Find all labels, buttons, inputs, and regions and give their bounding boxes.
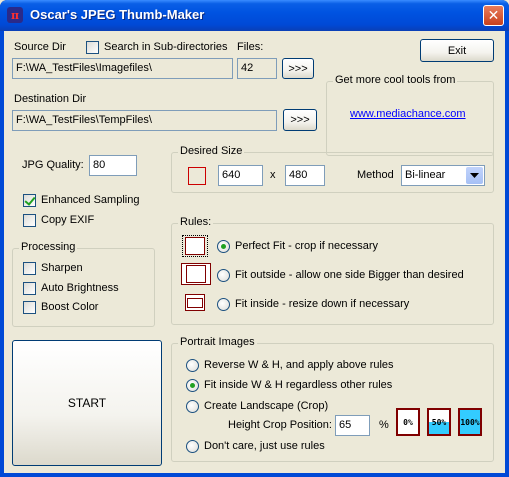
- crop-preset-100-button[interactable]: 100%: [458, 408, 482, 436]
- rule-fit-inside-radio[interactable]: [217, 298, 230, 311]
- window-frame-bottom: [0, 473, 509, 477]
- crop-preset-50-label: 50%: [431, 418, 447, 427]
- search-subdirectories-checkbox[interactable]: [86, 41, 99, 54]
- processing-title: Processing: [19, 241, 78, 253]
- rule-perfect-fit-radio[interactable]: [217, 240, 230, 253]
- boost-color-checkbox[interactable]: [23, 301, 36, 314]
- crop-preset-0-button[interactable]: 0%: [396, 408, 420, 436]
- files-label: Files:: [237, 41, 264, 53]
- portrait-dont-care-label: Don't care, just use rules: [204, 440, 325, 452]
- tools-text: Get more cool tools from: [333, 74, 458, 86]
- files-count: 42: [237, 58, 277, 79]
- portrait-images-title: Portrait Images: [178, 336, 257, 348]
- portrait-dont-care-radio[interactable]: [186, 440, 199, 453]
- rules-title: Rules:: [178, 216, 214, 228]
- destination-browse-button[interactable]: >>>: [283, 109, 317, 131]
- app-window: π Oscar's JPEG Thumb-Maker ✕ Source Dir …: [0, 0, 509, 477]
- rule-fit-inside-label: Fit inside - resize down if necessary: [235, 298, 410, 310]
- portrait-landscape-label: Create Landscape (Crop): [204, 400, 329, 412]
- processing-group: Processing Sharpen Auto Brightness Boost…: [12, 241, 155, 327]
- rules-group: Rules: Perfect Fit - crop if necessary F…: [171, 216, 494, 325]
- method-select[interactable]: Bi-linear: [401, 165, 485, 186]
- fit-outside-icon: [181, 263, 211, 285]
- portrait-fit-inside-label: Fit inside W & H regardless other rules: [204, 379, 393, 391]
- portrait-fit-inside-radio[interactable]: [186, 379, 199, 392]
- source-dir-input[interactable]: F:\WA_TestFiles\Imagefiles\: [12, 58, 233, 79]
- rule-perfect-fit-label: Perfect Fit - crop if necessary: [235, 240, 379, 252]
- sharpen-checkbox[interactable]: [23, 262, 36, 275]
- chevron-down-icon[interactable]: [466, 167, 483, 184]
- close-button[interactable]: ✕: [483, 5, 504, 26]
- portrait-images-group: Portrait Images Reverse W & H, and apply…: [171, 336, 494, 462]
- window-frame-right: [505, 31, 509, 477]
- size-x-label: x: [270, 169, 276, 181]
- width-input[interactable]: 640: [218, 165, 263, 186]
- crop-preset-50-button[interactable]: 50%: [427, 408, 451, 436]
- portrait-landscape-radio[interactable]: [186, 400, 199, 413]
- source-browse-button[interactable]: >>>: [282, 58, 314, 79]
- desired-size-title: Desired Size: [178, 145, 245, 157]
- copy-exif-label: Copy EXIF: [41, 214, 95, 226]
- size-preview-icon: [188, 167, 206, 185]
- fit-inside-icon: [185, 294, 205, 311]
- height-input[interactable]: 480: [285, 165, 325, 186]
- mediachance-link[interactable]: www.mediachance.com: [350, 108, 466, 120]
- title-bar[interactable]: π Oscar's JPEG Thumb-Maker ✕: [0, 0, 509, 31]
- height-crop-input[interactable]: 65: [335, 415, 370, 436]
- method-label: Method: [357, 169, 394, 181]
- sharpen-label: Sharpen: [41, 262, 83, 274]
- portrait-reverse-label: Reverse W & H, and apply above rules: [204, 359, 394, 371]
- enhanced-sampling-label: Enhanced Sampling: [41, 194, 140, 206]
- rule-fit-outside-radio[interactable]: [217, 269, 230, 282]
- crop-preset-100-label: 100%: [460, 418, 480, 427]
- perfect-fit-icon: [182, 235, 208, 257]
- jpg-quality-label: JPG Quality:: [22, 159, 84, 171]
- height-crop-label: Height Crop Position:: [228, 419, 332, 431]
- rule-fit-outside-label: Fit outside - allow one side Bigger than…: [235, 269, 464, 281]
- desired-size-group: Desired Size 640 x 480 Method Bi-linear: [171, 145, 494, 193]
- crop-preset-0-label: 0%: [403, 418, 413, 427]
- search-subdirectories-label: Search in Sub-directories: [104, 41, 228, 53]
- auto-brightness-checkbox[interactable]: [23, 282, 36, 295]
- dialog-body: Source Dir Search in Sub-directories Fil…: [4, 31, 505, 473]
- window-title: Oscar's JPEG Thumb-Maker: [30, 7, 205, 22]
- boost-color-label: Boost Color: [41, 301, 99, 313]
- enhanced-sampling-checkbox[interactable]: [23, 194, 36, 207]
- jpg-quality-input[interactable]: 80: [89, 155, 137, 176]
- tools-box: Get more cool tools from www.mediachance…: [326, 74, 494, 156]
- method-select-value: Bi-linear: [405, 169, 446, 181]
- start-button[interactable]: START: [12, 340, 162, 466]
- destination-dir-label: Destination Dir: [14, 93, 87, 105]
- auto-brightness-label: Auto Brightness: [41, 282, 119, 294]
- source-dir-label: Source Dir: [14, 41, 66, 53]
- portrait-reverse-radio[interactable]: [186, 359, 199, 372]
- svg-text:π: π: [11, 9, 19, 22]
- percent-sign: %: [379, 419, 389, 431]
- exit-button[interactable]: Exit: [420, 39, 494, 62]
- destination-dir-input[interactable]: F:\WA_TestFiles\TempFiles\: [12, 110, 277, 131]
- app-icon: π: [7, 7, 23, 23]
- copy-exif-checkbox[interactable]: [23, 214, 36, 227]
